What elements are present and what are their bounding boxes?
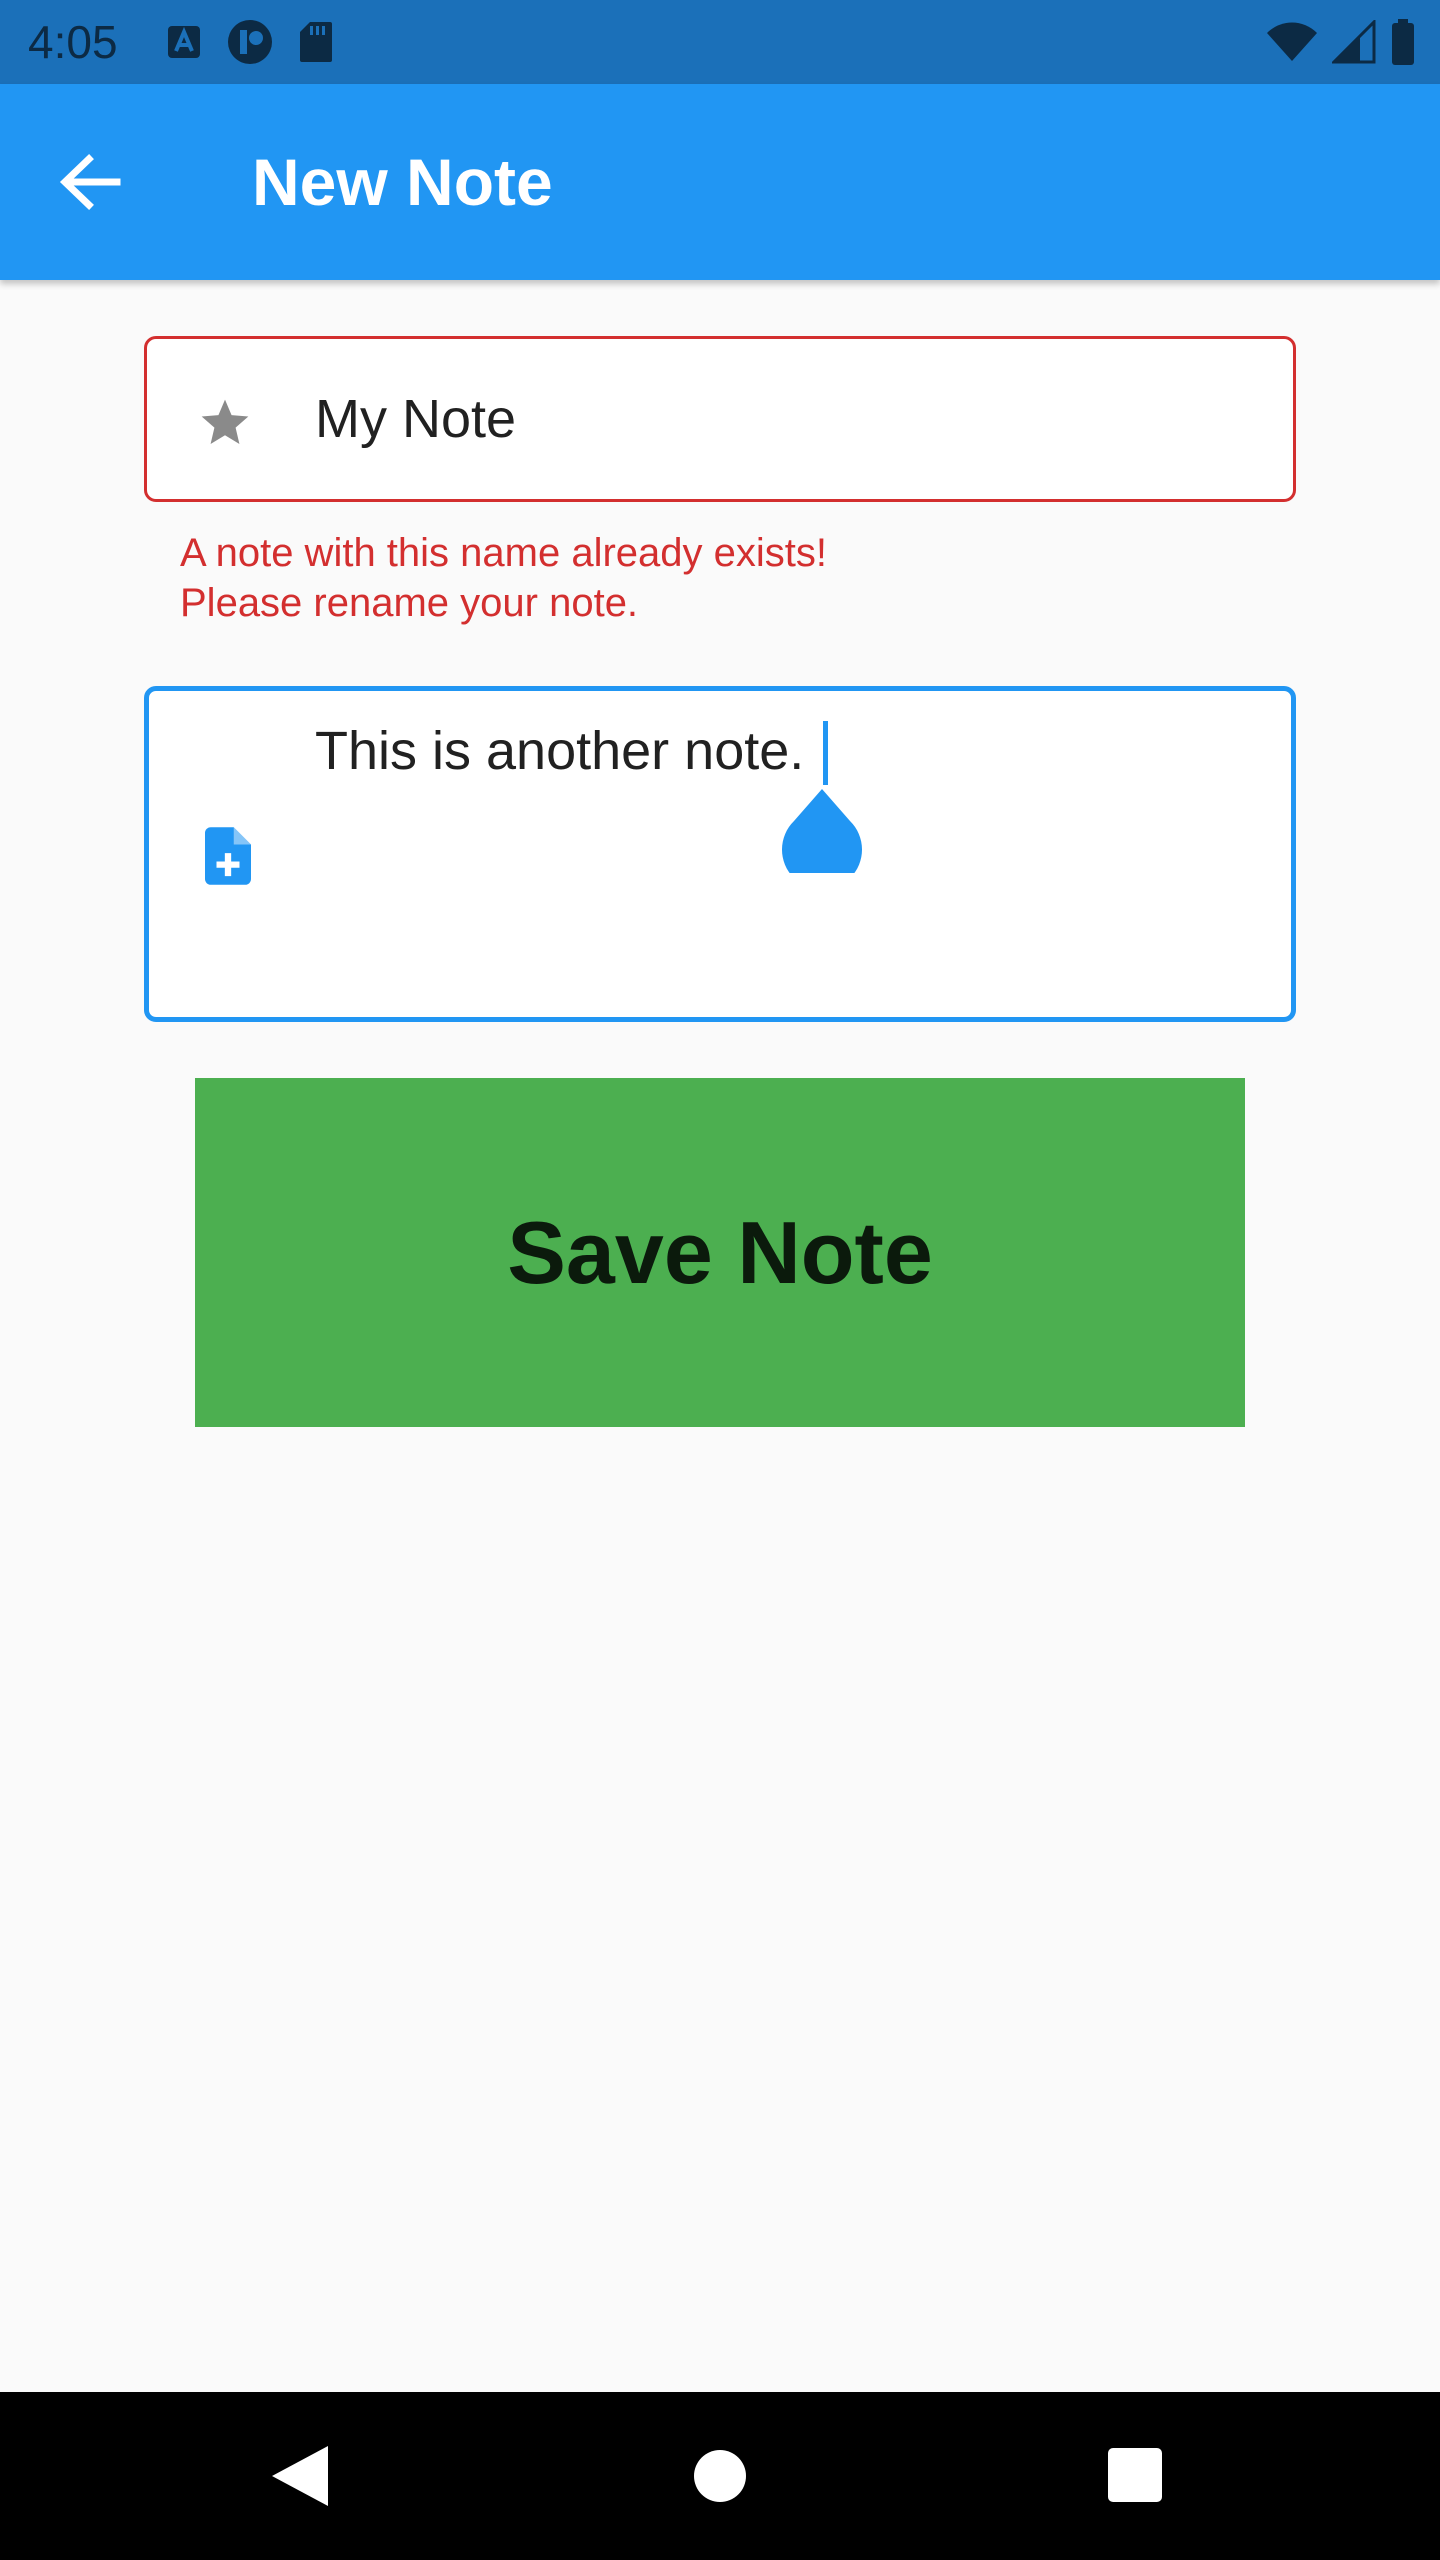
status-system-icons: [1266, 18, 1416, 66]
status-bar: 4:05: [0, 0, 1440, 84]
status-notification-icons: [166, 18, 334, 66]
cellular-signal-icon: [1332, 20, 1376, 64]
r-notification-icon: [228, 20, 272, 64]
title-error-line-1: A note with this name already exists!: [180, 531, 827, 575]
note-content-value[interactable]: This is another note.: [315, 717, 804, 785]
note-add-icon: [205, 827, 251, 885]
title-error-line-2: Please rename your note.: [180, 581, 639, 625]
page-title: New Note: [252, 145, 553, 219]
back-button[interactable]: [50, 142, 130, 222]
nav-home-icon[interactable]: [694, 2450, 746, 2502]
wifi-icon: [1267, 22, 1317, 61]
note-content-field[interactable]: This is another note.: [144, 686, 1296, 1022]
title-error-message: A note with this name already exists! Pl…: [180, 528, 1280, 628]
nav-back-icon[interactable]: [270, 2444, 330, 2508]
text-cursor: [823, 721, 828, 785]
battery-icon: [1392, 19, 1414, 65]
star-icon: [201, 399, 249, 444]
note-title-value[interactable]: My Note: [315, 385, 516, 453]
save-note-button[interactable]: Save Note: [195, 1078, 1245, 1427]
system-nav-bar: [0, 2392, 1440, 2560]
note-title-field[interactable]: My Note: [144, 336, 1296, 502]
nav-recents-icon[interactable]: [1108, 2448, 1162, 2502]
app-bar: New Note: [0, 84, 1440, 280]
sd-card-icon: [300, 22, 332, 62]
cursor-handle-icon[interactable]: [782, 787, 862, 873]
a-notification-icon: [168, 26, 200, 58]
arrow-back-icon: [59, 154, 121, 210]
status-time: 4:05: [28, 16, 118, 68]
